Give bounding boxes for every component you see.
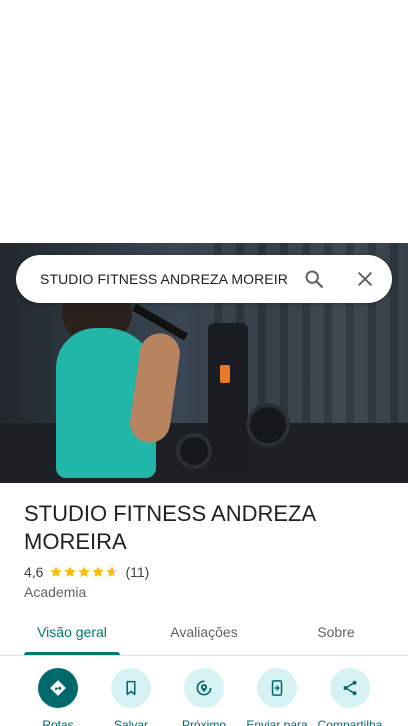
send-to-phone-icon	[271, 680, 283, 696]
tab-overview[interactable]: Visão geral	[24, 614, 120, 655]
close-button[interactable]	[349, 263, 381, 295]
star-icon	[106, 566, 119, 577]
photo-machine	[208, 323, 248, 473]
map-area[interactable]	[0, 0, 408, 243]
save-label: Salvar	[113, 718, 148, 726]
rating-stars	[49, 565, 119, 579]
photo-accent	[220, 365, 230, 383]
tab-about[interactable]: Sobre	[296, 614, 376, 655]
close-icon	[358, 272, 372, 286]
tab-label: Sobre	[317, 624, 355, 640]
share-button[interactable]: Compartilha	[312, 668, 388, 726]
action-bar: Rotas Salvar Próximo Enviar para Compart…	[0, 668, 408, 726]
save-button-circle[interactable]	[111, 668, 151, 708]
search-input[interactable]: STUDIO FITNESS ANDREZA MOREIR	[40, 255, 290, 303]
send-to-phone-label: Enviar para	[246, 718, 308, 726]
star-icon	[64, 566, 77, 577]
place-category[interactable]: Academia	[24, 584, 86, 600]
bookmark-icon	[126, 680, 136, 696]
search-bar[interactable]: STUDIO FITNESS ANDREZA MOREIR	[16, 255, 392, 303]
star-icon	[92, 566, 105, 577]
directions-button-circle[interactable]	[38, 668, 78, 708]
nearby-icon	[196, 680, 212, 696]
nearby-button-circle[interactable]	[184, 668, 224, 708]
nearby-button[interactable]: Próximo	[166, 668, 242, 726]
photo-plate	[176, 433, 212, 469]
rating-row[interactable]: 4,6 (11)	[24, 563, 149, 581]
search-button[interactable]	[298, 263, 330, 295]
send-to-phone-button-circle[interactable]	[257, 668, 297, 708]
directions-label: Rotas	[42, 718, 74, 726]
share-icon	[343, 680, 357, 696]
star-icon	[78, 566, 91, 577]
star-icon	[50, 566, 63, 577]
tab-bar: Visão geral Avaliações Sobre	[0, 614, 408, 656]
search-icon	[305, 270, 323, 288]
tab-label: Visão geral	[37, 624, 107, 640]
nearby-label: Próximo	[181, 718, 226, 726]
tab-active-indicator	[24, 652, 120, 655]
share-button-circle[interactable]	[330, 668, 370, 708]
save-button[interactable]: Salvar	[93, 668, 169, 726]
photo-plate	[246, 403, 290, 447]
tab-reviews[interactable]: Avaliações	[152, 614, 256, 655]
rating-value: 4,6	[24, 564, 44, 580]
directions-button[interactable]: Rotas	[20, 668, 96, 726]
place-title: STUDIO FITNESS ANDREZA MOREIRA	[24, 501, 315, 554]
send-to-phone-button[interactable]: Enviar para	[239, 668, 315, 726]
share-label: Compartilha	[317, 718, 383, 726]
directions-icon	[50, 680, 66, 696]
tab-label: Avaliações	[170, 624, 238, 640]
review-count: (11)	[125, 564, 150, 580]
